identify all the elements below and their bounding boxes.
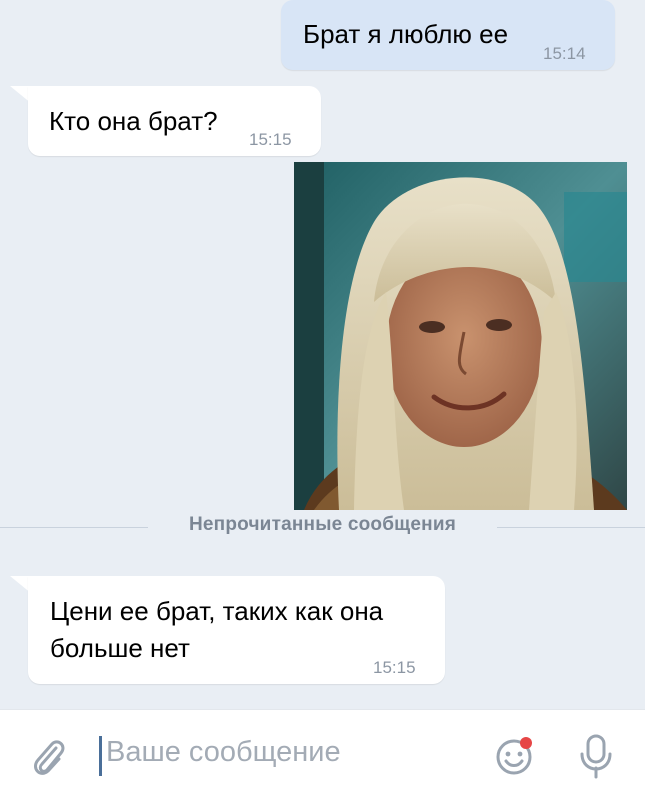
message-text: Кто она брат? [49,106,218,136]
message-time: 15:14 [543,44,586,63]
message-time: 15:15 [249,130,292,149]
outgoing-message-bubble[interactable]: Брат я люблю ее 15:14 [281,0,615,70]
text-caret [99,736,102,776]
message-time: 15:15 [373,658,416,677]
photo-image [294,162,627,510]
message-composer: Ваше сообщение [0,709,645,796]
unread-divider: Непрочитанные сообщения [188,514,457,535]
chat-history[interactable]: Брат я люблю ее 15:14 Кто она брат? 15:1… [0,0,645,709]
incoming-message-bubble[interactable]: Цени ее брат, таких как она больше нет 1… [28,576,445,684]
message-input[interactable]: Ваше сообщение [106,736,341,769]
incoming-message-bubble[interactable]: Кто она брат? 15:15 [28,86,321,156]
message-text-line2: больше нет [50,633,190,663]
paperclip-icon[interactable] [28,734,68,778]
outgoing-photo[interactable] [294,162,627,510]
microphone-icon[interactable] [578,732,614,780]
message-text: Брат я люблю ее [303,19,509,49]
emoji-icon[interactable] [493,734,537,778]
message-text-line1: Цени ее брат, таких как она [50,596,384,626]
